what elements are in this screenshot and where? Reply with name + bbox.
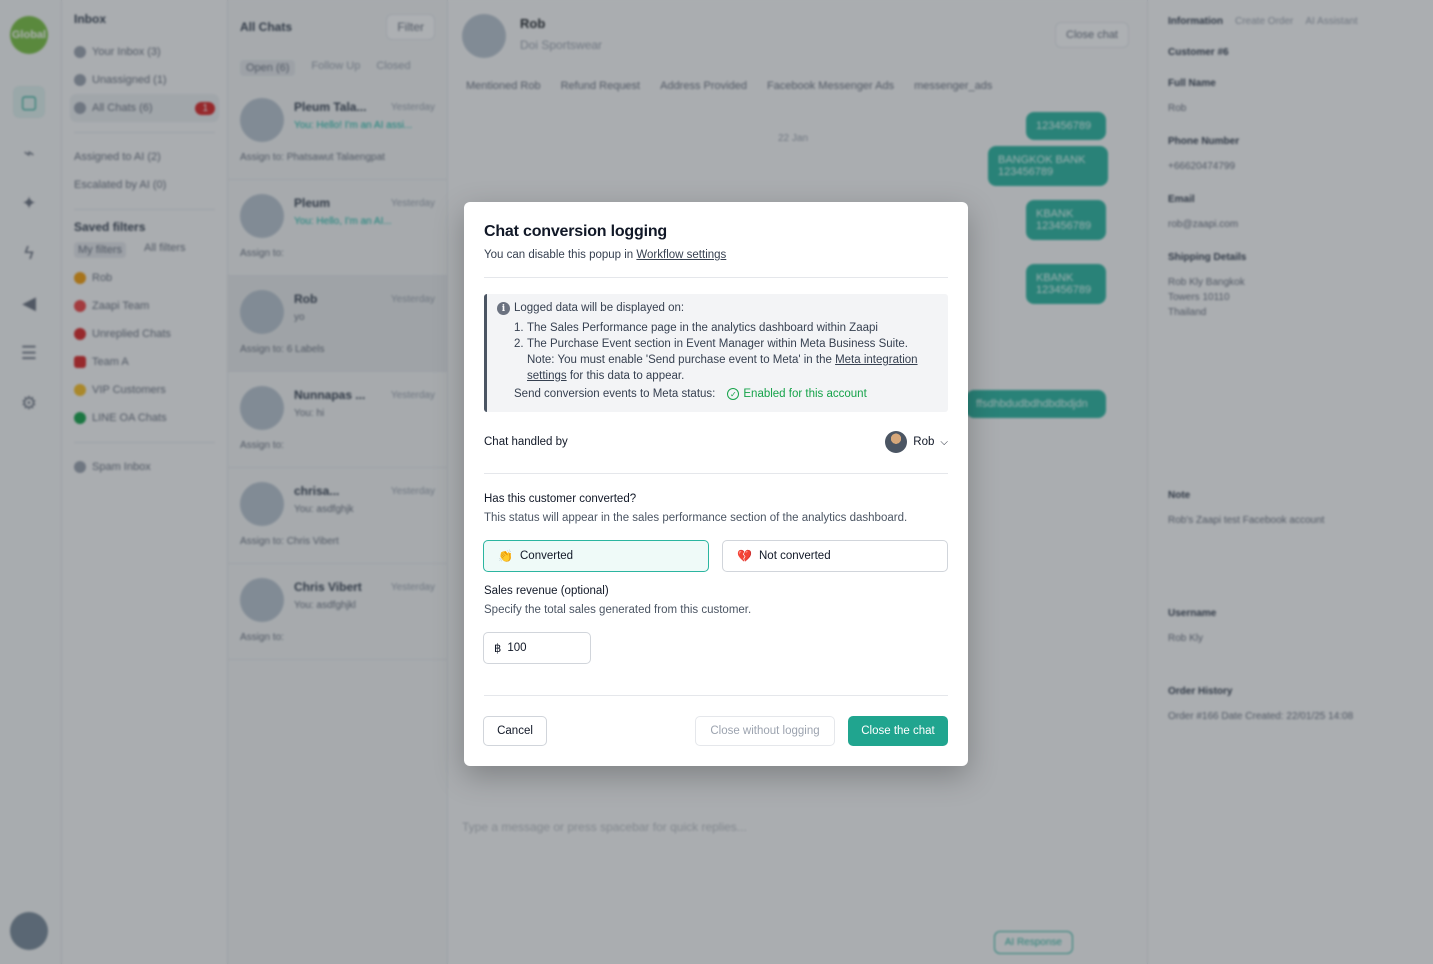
close-the-chat-button[interactable]: Close the chat (848, 716, 948, 746)
revenue-description: Specify the total sales generated from t… (484, 604, 752, 616)
revenue-field[interactable]: ฿ (483, 632, 591, 664)
clapping-hands-icon: 👏 (498, 549, 513, 563)
modal-subtitle: You can disable this popup in Workflow s… (484, 249, 727, 261)
workflow-settings-link[interactable]: Workflow settings (636, 249, 726, 261)
chevron-down-icon: ⌵ (940, 436, 948, 448)
agent-select[interactable]: Rob ⌵ (885, 431, 948, 453)
converted-description: This status will appear in the sales per… (484, 512, 908, 524)
revenue-input[interactable] (507, 642, 578, 654)
meta-status-row: Send conversion events to Meta status: ✓… (514, 388, 867, 400)
cancel-button[interactable]: Cancel (483, 716, 547, 746)
callout-list: 1. The Sales Performance page in the anal… (514, 320, 944, 384)
meta-status-value: ✓ Enabled for this account (727, 388, 867, 400)
currency-symbol: ฿ (494, 643, 502, 655)
conversion-logging-modal: Chat conversion logging You can disable … (464, 202, 968, 766)
converted-option[interactable]: 👏 Converted (483, 540, 709, 572)
broken-heart-icon: 💔 (737, 549, 752, 563)
callout-heading: Logged data will be displayed on: (514, 302, 685, 314)
list-item: 1. The Sales Performance page in the anal… (514, 322, 878, 334)
divider (484, 277, 948, 278)
info-callout: i Logged data will be displayed on: 1. Th… (484, 294, 948, 412)
callout-note: Note: You must enable 'Send purchase eve… (527, 354, 918, 382)
revenue-label: Sales revenue (optional) (484, 585, 609, 597)
divider (484, 695, 948, 696)
close-without-logging-button[interactable]: Close without logging (695, 716, 835, 746)
handled-by-label: Chat handled by (484, 436, 568, 448)
check-circle-icon: ✓ (727, 388, 740, 400)
divider (484, 473, 948, 474)
info-icon: i (497, 302, 510, 315)
list-item: 2. The Purchase Event section in Event Ma… (514, 338, 908, 350)
meta-status-label: Send conversion events to Meta status: (514, 388, 716, 400)
converted-question: Has this customer converted? (484, 493, 637, 505)
agent-avatar (885, 431, 908, 453)
modal-title: Chat conversion logging (484, 223, 667, 240)
agent-name: Rob (913, 436, 935, 448)
not-converted-option[interactable]: 💔 Not converted (722, 540, 948, 572)
